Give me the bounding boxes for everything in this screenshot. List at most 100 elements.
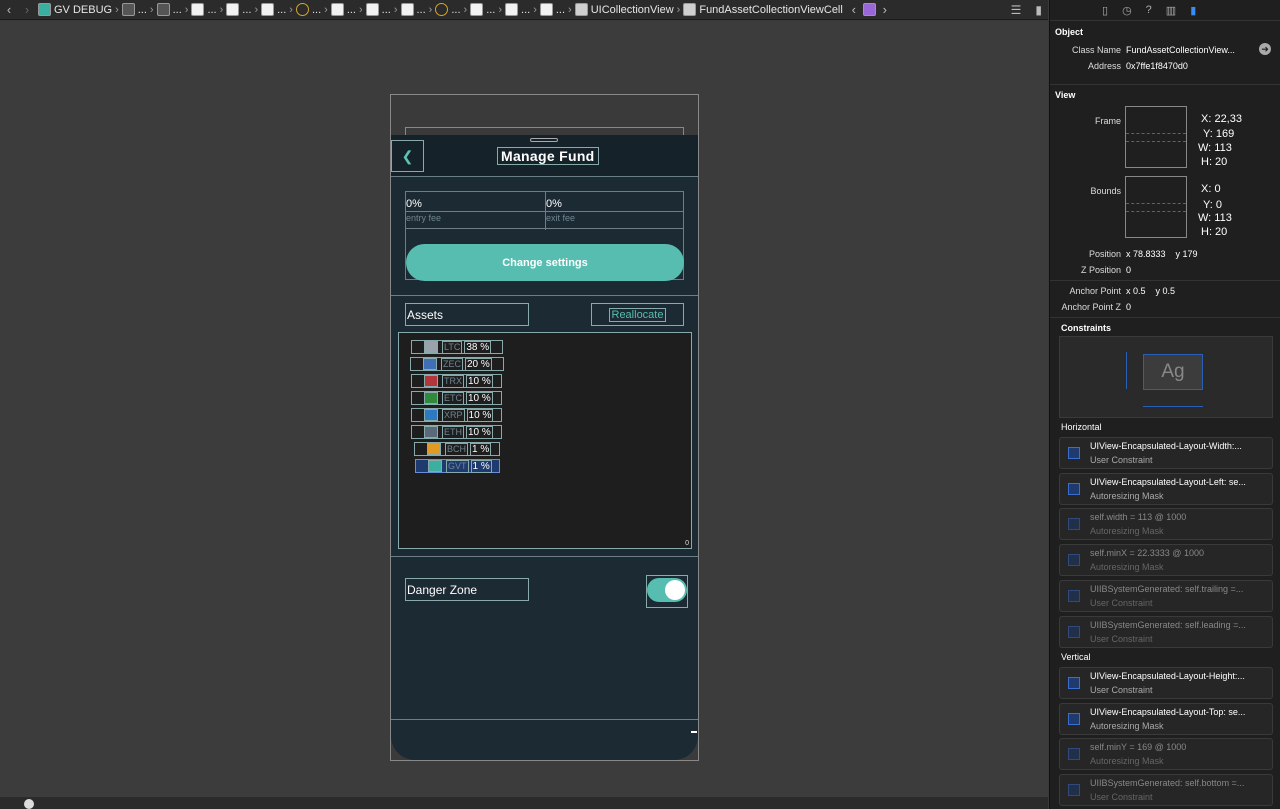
constraint-row[interactable]: UIView-Encapsulated-Layout-Left: se... Au… [1059,472,1273,505]
coin-icon [424,409,438,421]
breadcrumb-app[interactable]: GV DEBUG [36,3,114,16]
coin-icon [423,358,437,370]
asset-row[interactable]: BCH 1 % [414,442,500,456]
view-icon [191,3,205,16]
identity-icon[interactable]: ▥ [1166,4,1176,17]
lines-menu-icon[interactable]: ☰ [1011,3,1022,17]
danger-zone-label: Danger Zone [405,578,529,601]
danger-zone-toggle[interactable] [647,578,687,602]
divider [1050,280,1280,281]
constraint-title: UIIBSystemGenerated: self.bottom =... [1090,778,1245,789]
breadcrumb-item[interactable]: ... [224,3,253,16]
window-icon [121,3,135,16]
constraint-row[interactable]: UIView-Encapsulated-Layout-Height:... Use… [1059,667,1273,699]
constraint-title: UIIBSystemGenerated: self.leading =... [1090,619,1246,630]
issue-icon[interactable] [862,3,876,16]
asset-row[interactable]: ZEC 20 % [410,357,504,371]
zposition-value: 0 [1126,265,1132,275]
spacing-slider[interactable] [24,799,34,809]
asset-collection-view[interactable]: LTC 38 % ZEC 20 % TRX 10 % ETC 10 % XRP 10 % ETH 10… [398,332,692,549]
constraint-row[interactable]: self.width = 113 @ 1000 Autoresizing Mask [1059,508,1273,541]
constraints-section-title: Constraints [1061,323,1112,333]
breadcrumb-item[interactable]: ... [329,3,358,16]
view-icon [330,3,344,16]
inspector-toggle-icon[interactable]: ▮ [1035,3,1042,17]
change-settings-button[interactable]: Change settings [406,244,684,281]
asset-symbol: ZEC [441,357,463,371]
bounds-h: H: 20 [1201,226,1228,238]
frame-label: Frame [1094,116,1121,126]
constraint-icon [1068,518,1080,531]
breadcrumb-item[interactable]: ... [468,3,497,16]
breadcrumb-item[interactable]: ... [364,3,393,16]
breadcrumb-item[interactable]: ... [294,3,323,16]
breadcrumb-item[interactable]: ... [538,3,567,16]
breadcrumb-item[interactable]: ... [189,3,218,16]
breadcrumb-item[interactable]: ... [433,3,462,16]
entry-fee-label: entry fee [406,213,442,223]
reallocate-button[interactable]: Reallocate [591,303,684,326]
constraint-icon [1068,625,1080,638]
constraint-row[interactable]: UIView-Encapsulated-Layout-Width:... User… [1059,437,1273,469]
constraint-row[interactable]: UIView-Encapsulated-Layout-Top: se... Aut… [1059,702,1273,735]
breadcrumb-cell[interactable]: FundAssetCollectionViewCell [681,3,844,16]
breadcrumb-collection-view[interactable]: UICollectionView [573,3,676,16]
asset-row[interactable]: GVT 1 % [415,459,500,473]
help-icon[interactable]: ? [1146,4,1152,16]
size-inspector-icon[interactable]: ▮ [1190,4,1196,17]
issue-prev-icon[interactable]: ‹ [845,2,863,17]
back-arrow-icon[interactable]: ‹ [0,2,18,17]
position-value: x 78.8333 y 179 [1126,249,1198,259]
constraint-row[interactable]: self.minY = 169 @ 1000 Autoresizing Mask [1059,738,1273,771]
asset-row[interactable]: ETC 10 % [411,391,502,405]
bounds-diagram [1125,176,1187,238]
asset-row[interactable]: TRX 10 % [411,374,502,388]
breadcrumb-item[interactable]: ... [399,3,428,16]
constraint-subtitle: User Constraint [1090,455,1153,465]
asset-symbol: LTC [442,340,463,354]
constraint-row[interactable]: UIIBSystemGenerated: self.leading =... Us… [1059,615,1273,648]
breadcrumb-item[interactable]: ... [503,3,532,16]
constraint-row[interactable]: UIIBSystemGenerated: self.bottom =... Use… [1059,774,1273,807]
view-icon [505,3,519,16]
asset-row[interactable]: ETH 10 % [411,425,502,439]
forward-arrow-icon[interactable]: › [18,2,36,17]
coin-icon [427,443,441,455]
constraint-subtitle: Autoresizing Mask [1090,562,1164,573]
breadcrumb-item[interactable]: ... [120,3,149,16]
constraint-row[interactable]: self.minX = 22.3333 @ 1000 Autoresizing M… [1059,544,1273,577]
asset-row[interactable]: LTC 38 % [411,340,503,354]
constraint-icon [1068,677,1080,689]
anchorz-value: 0 [1126,302,1132,312]
sheet-handle[interactable] [530,138,558,142]
anchorz-label: Anchor Point Z [1061,302,1121,312]
view-icon [470,3,484,16]
constraint-row[interactable]: UIIBSystemGenerated: self.trailing =... U… [1059,579,1273,612]
breadcrumb-item[interactable]: ... [155,3,184,16]
constraint-icon [1068,784,1080,797]
issue-next-icon[interactable]: › [876,2,894,17]
constraint-title: UIView-Encapsulated-Layout-Left: se... [1090,476,1246,487]
constraint-icon [1068,554,1080,567]
asset-row[interactable]: XRP 10 % [411,408,502,422]
constraint-title: self.minY = 169 @ 1000 [1090,742,1187,753]
collection-view-icon [574,3,588,16]
asset-symbol: TRX [442,374,464,388]
history-icon[interactable]: ◷ [1122,4,1132,17]
view-section-title: View [1055,90,1076,100]
constraint-icon [1068,447,1080,459]
divider [391,295,698,296]
entry-fee-value: 0% [406,196,545,212]
file-icon[interactable]: ▯ [1102,4,1108,17]
fees-panel: 0% entry fee 0% exit fee [405,191,684,230]
asset-symbol: XRP [442,408,465,422]
asset-percent: 10 % [466,425,493,439]
breadcrumb-item[interactable]: ... [259,3,288,16]
exit-fee-value: 0% [546,196,684,212]
back-button[interactable]: ❮ [391,140,424,172]
constraint-icon [1068,589,1080,602]
arrow-link-icon[interactable]: ➜ [1259,43,1271,55]
constraint-subtitle: User Constraint [1090,597,1153,608]
toggle-knob [665,580,685,600]
vertical-label: Vertical [1061,652,1091,662]
